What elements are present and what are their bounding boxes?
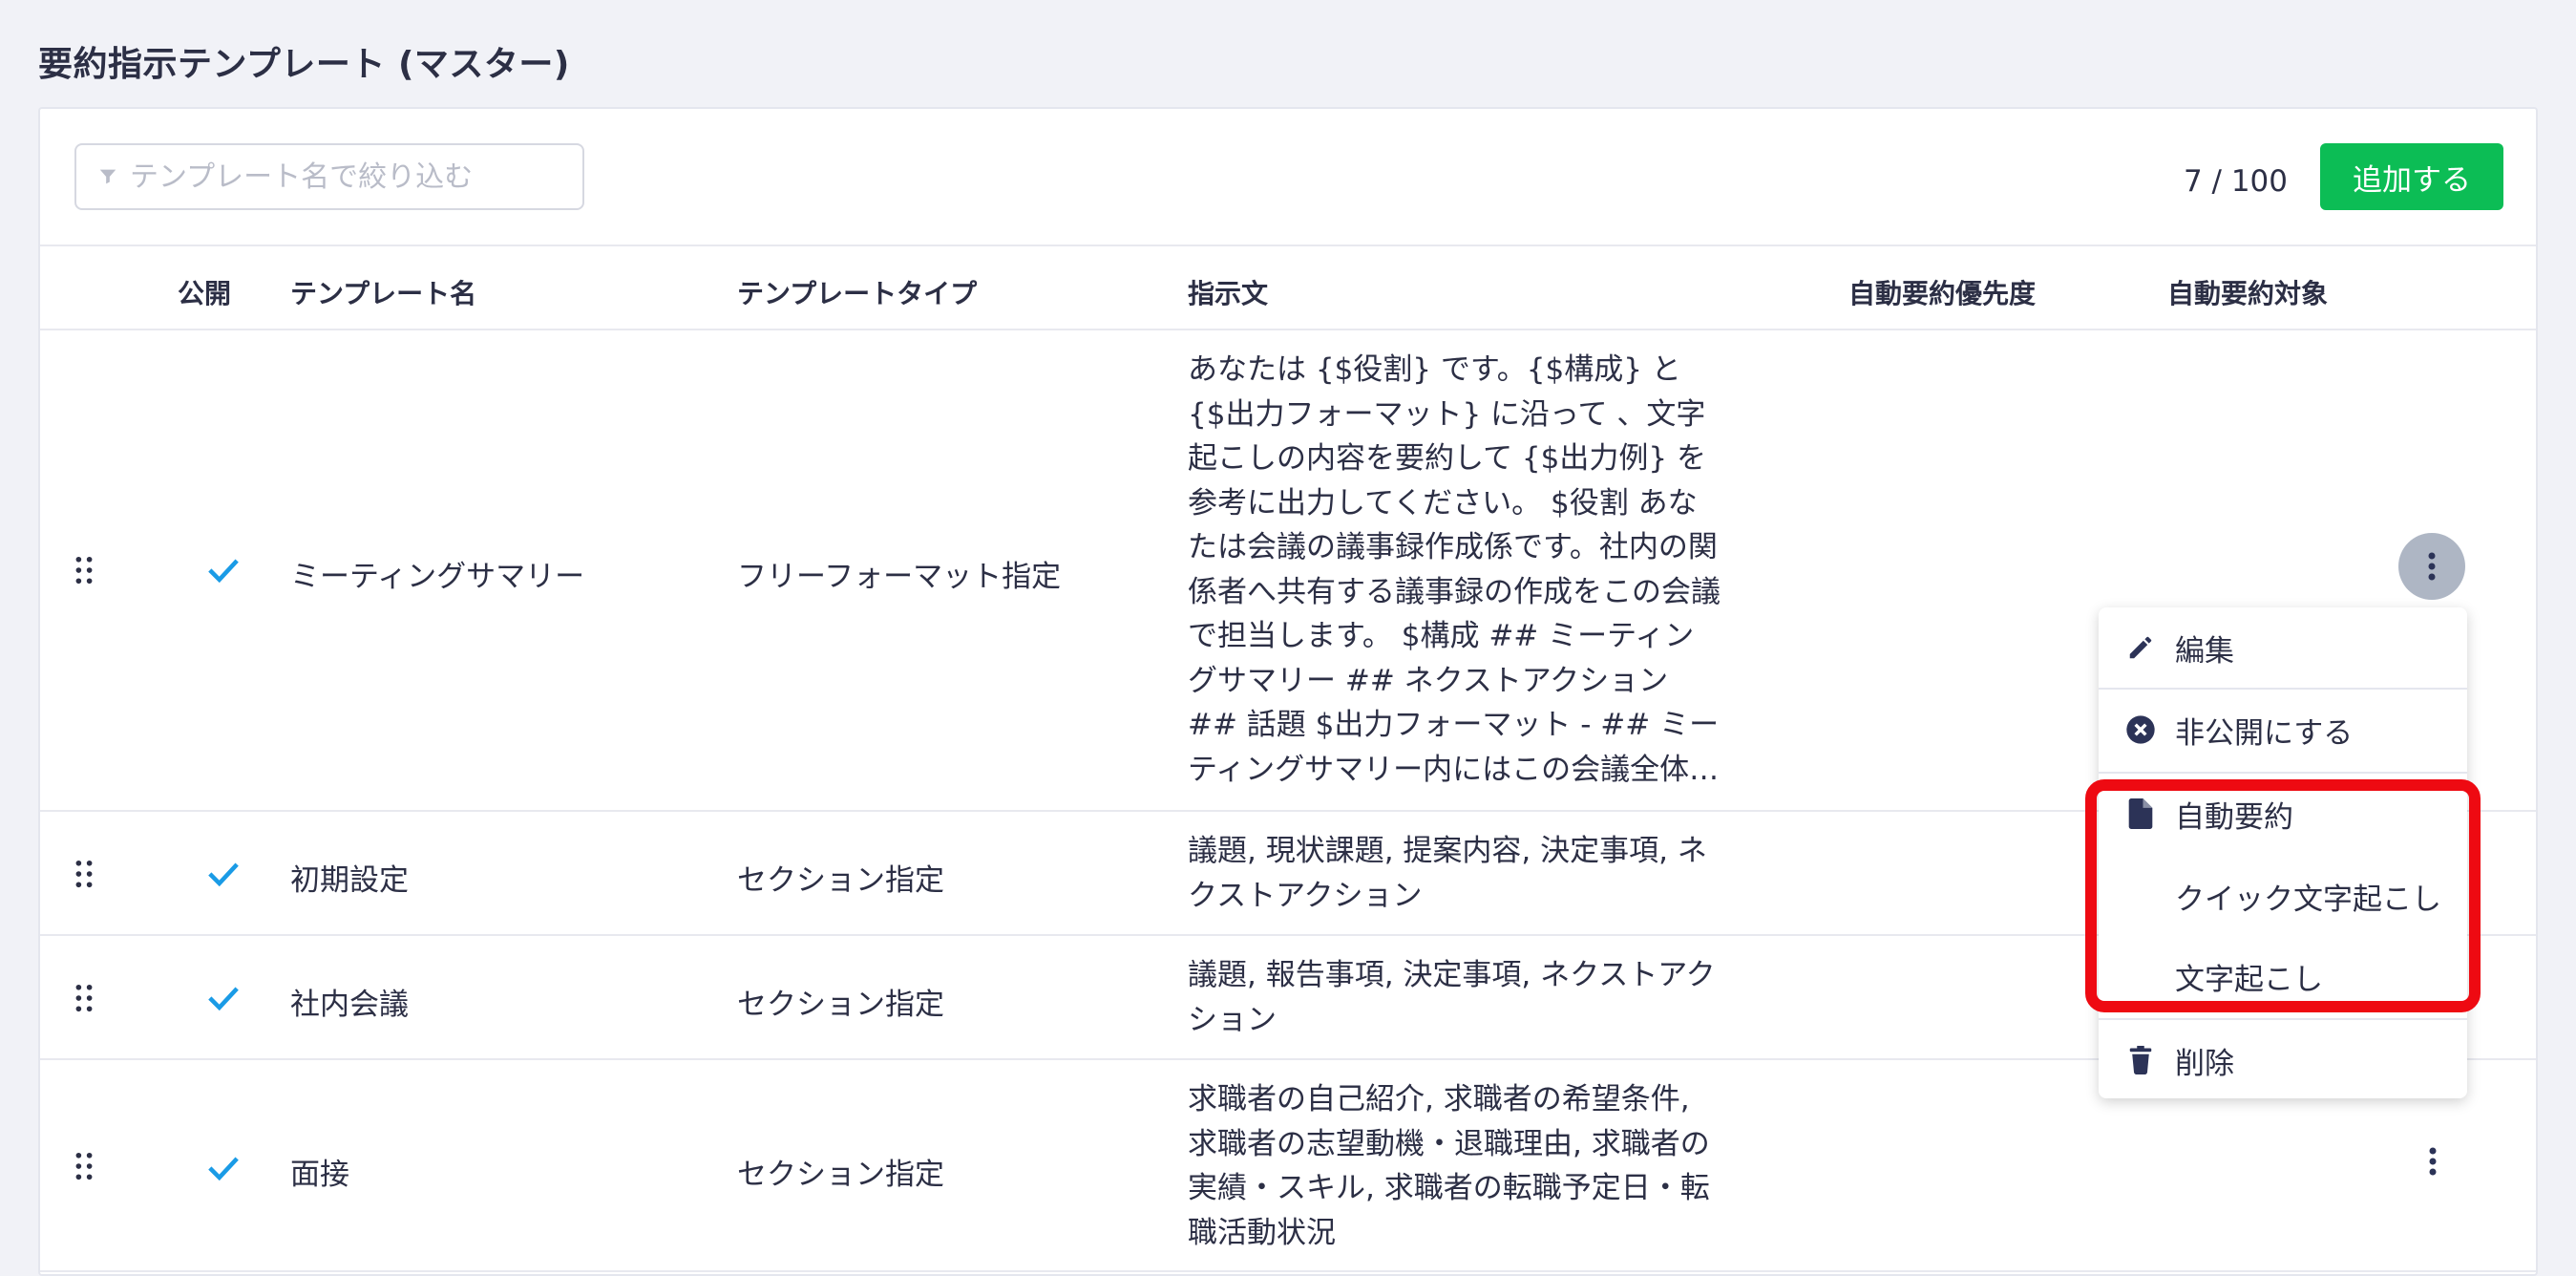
menu-divider <box>2099 1018 2467 1020</box>
more-vertical-icon <box>2428 552 2436 581</box>
add-button[interactable]: 追加する <box>2320 143 2503 210</box>
template-instruction: 議題, 現状課題, 提案内容, 決定事項, ネクストアクション <box>1188 834 1707 913</box>
col-target[interactable]: 自動要約対象 <box>2167 273 2328 311</box>
menu-item-transcribe[interactable]: 文字起こし <box>2099 938 2467 1014</box>
public-check-icon <box>207 558 240 586</box>
drag-handle-icon[interactable] <box>74 556 94 588</box>
trash-icon <box>2125 1045 2156 1075</box>
template-instruction: あなたは {$役割} です。{$構成} と {$出力フォーマット} に沿って 、… <box>1188 352 1721 787</box>
menu-item-unpublish[interactable]: 非公開にする <box>2099 691 2467 768</box>
col-type[interactable]: テンプレートタイプ <box>737 273 977 311</box>
template-instruction: 求職者の自己紹介, 求職者の希望条件, 求職者の志望動機・退職理由, 求職者の実… <box>1188 1082 1710 1250</box>
row-menu-button[interactable] <box>2398 533 2465 600</box>
menu-item-delete[interactable]: 削除 <box>2099 1022 2467 1098</box>
page-title: 要約指示テンプレート (マスター) <box>38 45 570 84</box>
col-priority[interactable]: 自動要約優先度 <box>1848 273 2036 311</box>
filter-box[interactable] <box>74 143 584 210</box>
col-public[interactable]: 公開 <box>178 273 231 311</box>
close-circle-icon <box>2125 714 2156 745</box>
template-type: セクション指定 <box>737 988 944 1022</box>
drag-handle-icon[interactable] <box>74 860 94 892</box>
menu-item-edit[interactable]: 編集 <box>2099 609 2467 686</box>
row-context-menu: 編集 非公開にする 自動要約 クイック文字起こし 文字起こし 削除 <box>2099 607 2467 1098</box>
template-type: セクション指定 <box>737 863 944 898</box>
template-type: セクション指定 <box>737 1158 944 1192</box>
template-name: 初期設定 <box>290 863 409 898</box>
template-count: 7 / 100 <box>2183 164 2288 199</box>
col-name[interactable]: テンプレート名 <box>290 273 476 311</box>
public-check-icon <box>207 986 240 1014</box>
template-name: 社内会議 <box>290 988 409 1022</box>
menu-divider <box>2099 772 2467 774</box>
menu-item-quick-transcribe[interactable]: クイック文字起こし <box>2099 858 2467 934</box>
drag-handle-icon[interactable] <box>74 1152 94 1184</box>
col-instruction[interactable]: 指示文 <box>1188 273 1268 311</box>
drag-handle-icon[interactable] <box>74 984 94 1016</box>
public-check-icon <box>207 861 240 890</box>
template-instruction: 議題, 報告事項, 決定事項, ネクストアクション <box>1188 958 1716 1037</box>
filter-icon <box>99 169 116 184</box>
table-header: 公開 テンプレート名 テンプレートタイプ 指示文 自動要約優先度 自動要約対象 <box>40 246 2536 330</box>
more-vertical-icon <box>2429 1147 2437 1176</box>
menu-divider <box>2099 688 2467 690</box>
toolbar: 7 / 100 追加する <box>40 109 2536 246</box>
document-icon <box>2125 798 2156 829</box>
template-type: フリーフォーマット指定 <box>737 560 1062 594</box>
template-name: ミーティングサマリー <box>290 560 585 594</box>
row-menu-button[interactable] <box>2414 1142 2452 1180</box>
filter-input[interactable] <box>128 159 552 195</box>
template-name: 面接 <box>290 1158 349 1192</box>
pencil-icon <box>2125 632 2156 663</box>
public-check-icon <box>207 1156 240 1184</box>
menu-item-auto-summary[interactable]: 自動要約 <box>2099 776 2467 852</box>
